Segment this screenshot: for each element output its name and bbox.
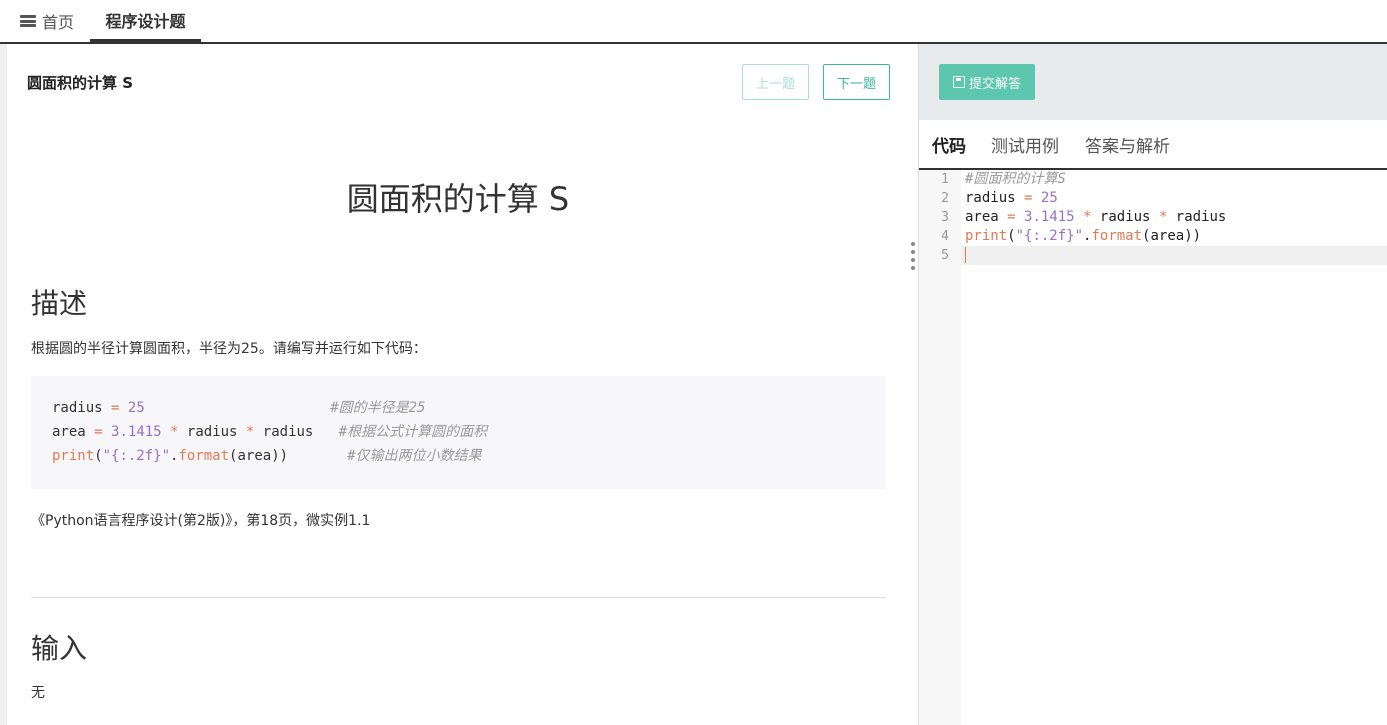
code-line-3[interactable]: area = 3.1415 * radius * radius [965, 208, 1387, 227]
tab-code[interactable]: 代码 [932, 120, 966, 168]
code-line-5[interactable] [961, 246, 1387, 265]
line-number: 1 [941, 172, 949, 187]
description-heading: 描述 [31, 287, 88, 320]
code-editor[interactable]: 1 2 3 4 5 #圆面积的计算S radius = 25 area = 3.… [919, 170, 1387, 725]
line-number: 2 [941, 191, 949, 206]
sample-code-line-3: print("{:.2f}".format(area)) #仅输出两位小数结果 [52, 448, 482, 464]
line-number: 3 [941, 210, 949, 225]
section-divider [31, 597, 886, 598]
sample-code-block: radius = 25 #圆的半径是25 area = 3.1415 * radi… [31, 376, 886, 489]
problem-panel: 圆面积的计算 S 上一题 下一题 圆面积的计算 S 描述 根据圆的半径计算圆面积… [7, 44, 918, 725]
menu-icon [20, 15, 36, 27]
input-text: 无 [31, 685, 45, 701]
tab-programming[interactable]: 程序设计题 [90, 0, 201, 42]
submit-answer-label: 提交解答 [968, 76, 1021, 92]
code-lines[interactable]: #圆面积的计算S radius = 25 area = 3.1415 * rad… [961, 170, 1387, 265]
prev-problem-button[interactable]: 上一题 [742, 64, 809, 100]
sample-code-line-2: area = 3.1415 * radius * radius #根据公式计算圆… [52, 424, 488, 440]
code-line-4[interactable]: print("{:.2f}".format(area)) [965, 227, 1387, 246]
code-line-1[interactable]: #圆面积的计算S [965, 170, 1387, 189]
tab-test-cases[interactable]: 测试用例 [991, 120, 1059, 168]
editor-tabs: 代码 测试用例 答案与解析 [919, 120, 1387, 170]
next-problem-button[interactable]: 下一题 [823, 64, 890, 100]
tab-answer-analysis[interactable]: 答案与解析 [1085, 120, 1170, 168]
input-heading: 输入 [31, 632, 88, 665]
submit-answer-button[interactable]: 提交解答 [939, 64, 1035, 100]
line-number: 4 [941, 229, 949, 244]
tab-home[interactable]: 首页 [20, 0, 74, 42]
description-text: 根据圆的半径计算圆面积，半径为25。请编写并运行如下代码： [31, 341, 427, 357]
tab-home-label: 首页 [42, 13, 75, 32]
top-nav: 首页 程序设计题 [0, 0, 1387, 44]
line-number: 5 [941, 248, 949, 263]
editor-toolbar: 提交解答 [919, 44, 1387, 120]
reference-text: 《Python语言程序设计(第2版)》，第18页，微实例1.1 [31, 513, 371, 529]
sample-code-line-1: radius = 25 #圆的半径是25 [52, 400, 426, 416]
window-left-edge [0, 0, 7, 725]
line-number-gutter: 1 2 3 4 5 [919, 170, 961, 725]
text-cursor [965, 247, 966, 263]
problem-heading: 圆面积的计算 S [346, 180, 570, 218]
save-icon [952, 76, 965, 88]
code-line-2[interactable]: radius = 25 [965, 189, 1387, 208]
problem-title: 圆面积的计算 S [27, 74, 134, 92]
drag-handle-icon[interactable] [911, 242, 915, 278]
